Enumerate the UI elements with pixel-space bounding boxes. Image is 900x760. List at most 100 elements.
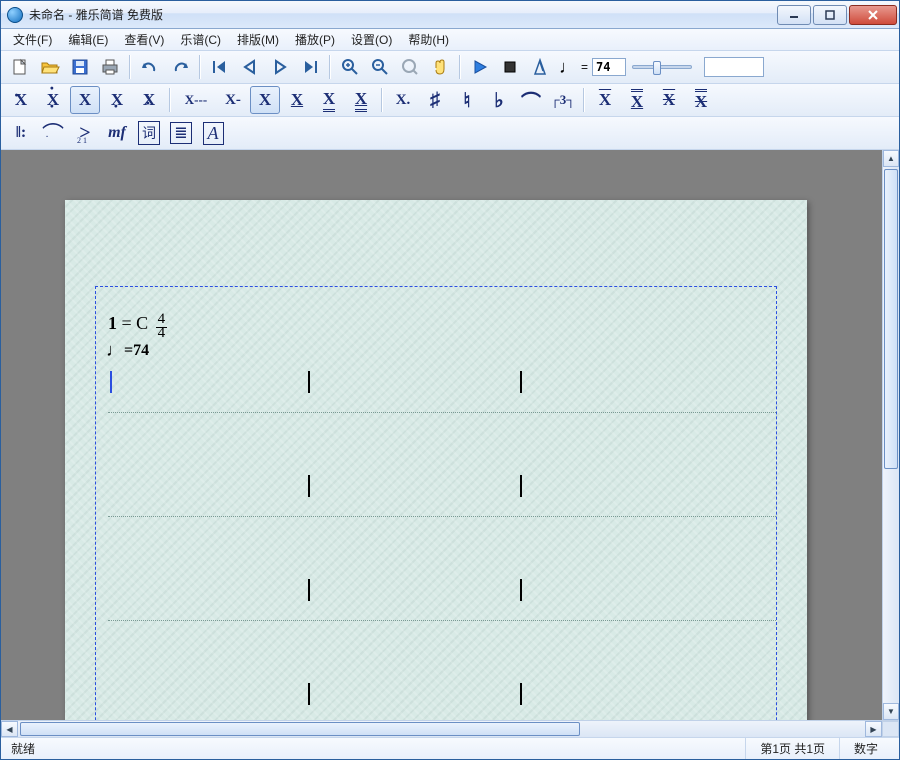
note-x-plain[interactable]: X (70, 86, 100, 114)
scroll-right-button[interactable]: ▶ (865, 721, 882, 737)
tempo-marking[interactable]: ♩=74 (106, 339, 149, 360)
barline (520, 371, 522, 393)
menu-edit[interactable]: 编辑(E) (60, 29, 116, 50)
metronome-icon (532, 58, 548, 76)
goto-end-button[interactable] (296, 53, 324, 81)
status-ready: 就绪 (1, 738, 45, 759)
canvas-area[interactable]: 1 = C 44 ♩=74 (1, 150, 882, 720)
menu-layout[interactable]: 排版(M) (229, 29, 287, 50)
key-signature[interactable]: 1 = C 44 (108, 311, 167, 339)
dotted-note[interactable]: X. (388, 86, 418, 114)
pan-button[interactable] (426, 53, 454, 81)
zoom-fit-button[interactable] (396, 53, 424, 81)
scroll-up-button[interactable]: ▲ (883, 150, 899, 167)
zoom-fit-icon (401, 58, 419, 76)
zoom-in-icon (341, 58, 359, 76)
prev-button[interactable] (236, 53, 264, 81)
maximize-button[interactable] (813, 5, 847, 25)
slur-button[interactable]: ⌒· (38, 119, 68, 147)
font-button[interactable]: A (198, 119, 228, 147)
zoom-in-button[interactable] (336, 53, 364, 81)
print-button[interactable] (96, 53, 124, 81)
save-button[interactable] (66, 53, 94, 81)
staff-row[interactable] (108, 591, 776, 621)
scroll-left-button[interactable]: ◀ (1, 721, 18, 737)
undo-button[interactable] (136, 53, 164, 81)
barline (308, 475, 310, 497)
score-page[interactable]: 1 = C 44 ♩=74 (65, 200, 807, 720)
prev-icon (241, 59, 259, 75)
dynamics-mf-button[interactable]: mf (102, 119, 132, 147)
repeat-sign-button[interactable]: ‖: (6, 119, 36, 147)
duration-half[interactable]: X- (218, 86, 248, 114)
natural-button[interactable]: ♮ (452, 86, 482, 114)
menu-play[interactable]: 播放(P) (287, 29, 343, 50)
tempo-slider[interactable] (632, 65, 692, 69)
scroll-thumb[interactable] (20, 722, 580, 736)
horizontal-scrollbar[interactable]: ◀ ▶ (1, 720, 899, 737)
staff-row[interactable] (108, 695, 776, 720)
stop-button[interactable] (496, 53, 524, 81)
toolbar-main: ♩ = (1, 51, 899, 84)
open-button[interactable] (36, 53, 64, 81)
print-icon (100, 58, 120, 76)
goto-end-icon (301, 59, 319, 75)
note-x-dots-above-below[interactable]: ·X· (38, 86, 68, 114)
play-button[interactable] (466, 53, 494, 81)
menu-score[interactable]: 乐谱(C) (172, 29, 229, 50)
close-button[interactable] (849, 5, 897, 25)
vertical-scrollbar[interactable]: ▲ ▼ (882, 150, 899, 720)
duration-quarter[interactable]: X (250, 86, 280, 114)
duration-eighth[interactable]: X (282, 86, 312, 114)
note-x-dot-below[interactable]: X· (102, 86, 132, 114)
note-x-mixed-2[interactable]: X (686, 86, 716, 114)
key-name: = C (117, 313, 148, 333)
menu-settings[interactable]: 设置(O) (343, 29, 400, 50)
window-controls (777, 5, 897, 25)
duration-sixteenth[interactable]: X (314, 86, 344, 114)
scroll-down-button[interactable]: ▼ (883, 703, 899, 720)
staff-row[interactable] (108, 487, 776, 517)
lyrics-button[interactable]: 词 (134, 119, 164, 147)
toolbar-notation: X· ·X· X X· X·· X--- X- X X X X X. ♯ ♮ ♭… (1, 84, 899, 117)
metronome-button[interactable] (526, 53, 554, 81)
menu-file[interactable]: 文件(F) (5, 29, 60, 50)
menu-view[interactable]: 查看(V) (116, 29, 172, 50)
note-x-overline-1[interactable]: X (590, 86, 620, 114)
zoom-out-button[interactable] (366, 53, 394, 81)
accent-button[interactable]: >2 1 (70, 119, 100, 147)
note-x-dot-above[interactable]: X· (6, 86, 36, 114)
workspace: 1 = C 44 ♩=74 (1, 150, 899, 720)
duration-thirtysecond[interactable]: X (346, 86, 376, 114)
goto-start-button[interactable] (206, 53, 234, 81)
flat-button[interactable]: ♭ (484, 86, 514, 114)
status-numpad: 数字 (839, 738, 899, 759)
tempo-value: =74 (124, 342, 149, 359)
duration-whole[interactable]: X--- (176, 86, 216, 114)
staff-row[interactable] (108, 383, 776, 413)
new-button[interactable] (6, 53, 34, 81)
note-x-mixed-1[interactable]: X (654, 86, 684, 114)
tie-button[interactable]: ⌒ (516, 86, 546, 114)
note-x-double-dot-below[interactable]: X·· (134, 86, 164, 114)
redo-button[interactable] (166, 53, 194, 81)
scroll-track[interactable] (18, 721, 865, 737)
sharp-button[interactable]: ♯ (420, 86, 450, 114)
tempo-note-icon: ♩ (559, 57, 577, 78)
triplet-button[interactable]: ┌3┐ (548, 86, 578, 114)
window-title: 未命名 - 雅乐简谱 免费版 (29, 6, 163, 23)
textblock-button[interactable]: ≣ (166, 119, 196, 147)
search-input[interactable] (704, 57, 764, 77)
menu-help[interactable]: 帮助(H) (400, 29, 457, 50)
barline (520, 683, 522, 705)
next-button[interactable] (266, 53, 294, 81)
menubar: 文件(F) 编辑(E) 查看(V) 乐谱(C) 排版(M) 播放(P) 设置(O… (1, 29, 899, 51)
goto-start-icon (211, 59, 229, 75)
hand-icon (431, 58, 449, 76)
minimize-icon (789, 10, 799, 20)
note-x-overline-2[interactable]: X (622, 86, 652, 114)
tempo-input[interactable] (592, 58, 626, 76)
minimize-button[interactable] (777, 5, 811, 25)
scroll-thumb[interactable] (884, 169, 898, 469)
scroll-track[interactable] (883, 167, 899, 703)
